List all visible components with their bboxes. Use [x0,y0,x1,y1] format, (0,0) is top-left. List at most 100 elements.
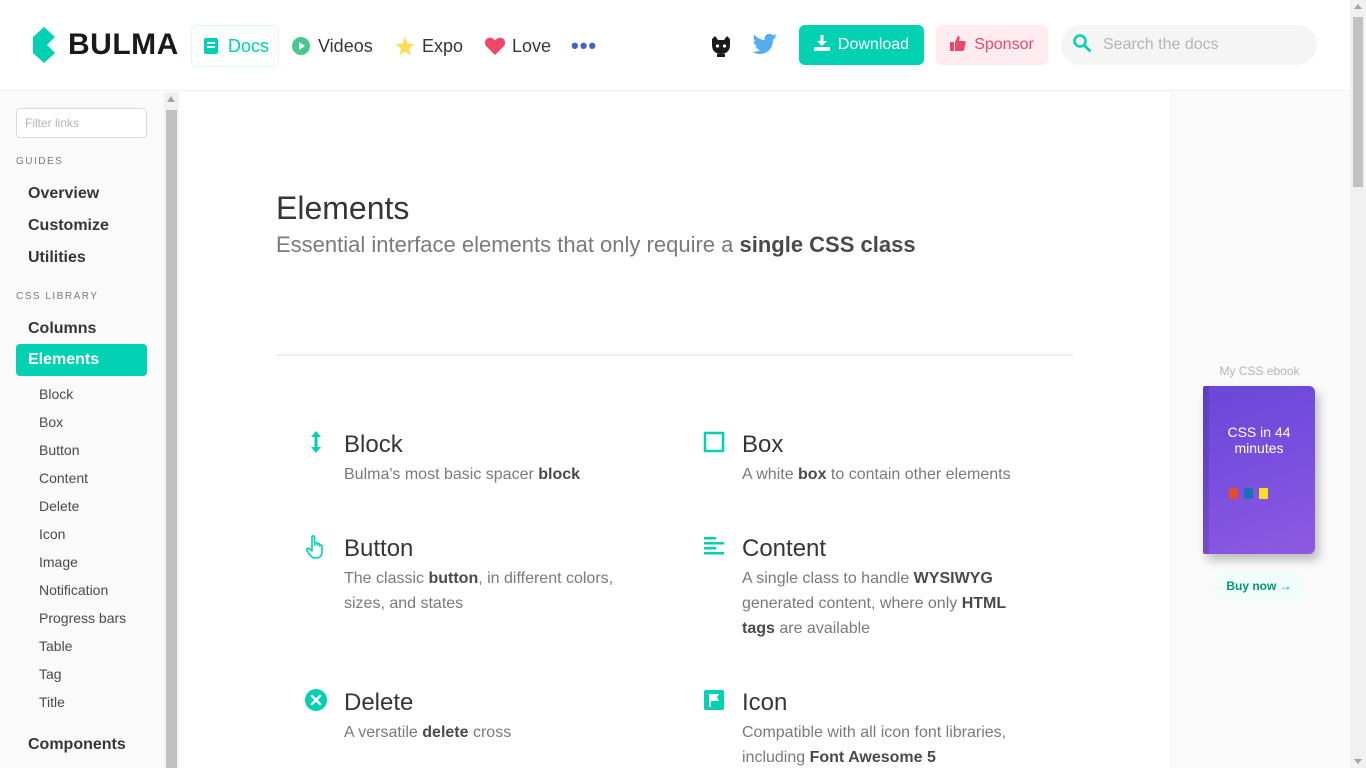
search-input[interactable] [1103,36,1303,54]
sidebar-sub-image[interactable]: Image [39,554,78,570]
more-menu-icon[interactable]: ••• [571,25,597,67]
twitter-icon[interactable] [752,33,778,59]
sidebar-item-customize[interactable]: Customize [16,210,147,242]
nav-love[interactable]: Love [485,25,551,67]
hand-pointer-icon [304,534,328,559]
page-scrollbar[interactable] [1350,0,1366,768]
element-card-delete[interactable]: Delete A versatile delete cross [305,688,684,745]
element-desc: Compatible with all icon font libraries,… [742,720,1042,770]
desc-text: A single class to handle [742,570,914,587]
flag-icon [702,688,726,712]
sponsor-label: Sponsor [974,36,1034,53]
element-card-button[interactable]: Button The classic button, in different … [305,534,644,616]
sidebar-scrollbar[interactable] [164,92,179,768]
sidebar-sub-table[interactable]: Table [39,638,72,654]
book-icon [201,36,221,56]
desc-bold: button [428,570,479,587]
element-title[interactable]: Delete [344,688,684,718]
nav-expo[interactable]: Expo [395,25,463,67]
page-scroll-thumb[interactable] [1353,17,1363,187]
square-outline-icon [702,430,726,454]
sidebar-sub-tag[interactable]: Tag [39,666,62,682]
sidebar-sub-delete[interactable]: Delete [39,498,79,514]
ebook-label: My CSS ebook [1219,364,1300,378]
search-box[interactable] [1061,25,1317,65]
star-icon [395,36,415,56]
element-desc: The classic button, in different colors,… [344,566,644,616]
nav-docs[interactable]: Docs [191,25,279,67]
nav-videos[interactable]: Videos [291,25,373,67]
brand-logo[interactable]: BULMA [31,27,179,63]
sidebar-sub-block[interactable]: Block [39,386,73,402]
element-card-block[interactable]: Block Bulma's most basic spacer block [311,430,684,487]
download-label: Download [837,36,910,53]
filter-links-input[interactable] [16,108,147,138]
page-title: Elements [276,190,410,226]
element-title[interactable]: Box [742,430,1082,460]
desc-bold: WYSIWYG [913,570,993,587]
nav-expo-label: Expo [422,35,464,56]
element-desc: A versatile delete cross [344,720,684,745]
desc-text: The classic [344,570,429,587]
element-desc: A white box to contain other elements [742,462,1082,487]
guides-label: GUIDES [16,156,64,167]
sidebar-item-elements[interactable]: Elements [16,344,147,376]
ebook-spine [1203,386,1209,554]
scroll-up-arrow-icon[interactable] [1354,4,1362,9]
element-desc: Bulma's most basic spacer block [344,462,684,487]
css-library-label: CSS LIBRARY [16,291,99,302]
sidebar-sub-button[interactable]: Button [39,442,79,458]
nav-videos-label: Videos [318,35,373,56]
ebook-title: CSS in 44 minutes [1227,424,1291,456]
element-title[interactable]: Button [344,534,644,564]
sidebar-sub-box[interactable]: Box [39,414,63,430]
sidebar-sub-notification[interactable]: Notification [39,582,108,598]
sidebar-scroll-thumb[interactable] [166,110,177,768]
page-subtitle: Essential interface elements that only r… [276,232,916,258]
search-icon [1073,33,1091,57]
github-icon[interactable] [708,33,734,59]
thumbs-up-icon [950,35,966,56]
nav-docs-label: Docs [227,35,269,56]
sidebar-sub-title[interactable]: Title [39,694,65,710]
element-title[interactable]: Block [344,430,684,460]
element-card-content[interactable]: Content A single class to handle WYSIWYG… [704,534,1042,641]
sidebar-item-components[interactable]: Components [16,729,147,761]
sidebar: GUIDES Overview Customize Utilities CSS … [0,92,164,768]
buy-now-button[interactable]: Buy now → [1213,571,1305,601]
sponsor-button[interactable]: Sponsor [936,25,1048,65]
brand-name: BULMA [68,28,179,61]
download-icon [813,34,830,56]
navbar: BULMA Docs Videos Expo Love ••• Download… [0,0,1350,91]
desc-bold: box [798,466,827,483]
sidebar-sub-content[interactable]: Content [39,470,88,486]
desc-bold: Font Awesome 5 [809,749,936,766]
html5-icon [1229,488,1238,499]
heart-icon [485,36,505,56]
subtitle-text: Essential interface elements that only r… [276,232,740,257]
subtitle-bold: single CSS class [739,232,916,257]
scroll-up-arrow-icon[interactable] [167,96,175,102]
element-title[interactable]: Icon [742,688,1042,718]
sidebar-item-overview[interactable]: Overview [16,178,147,210]
bulma-logo-icon [33,27,55,63]
element-card-icon[interactable]: Icon Compatible with all icon font libra… [704,688,1042,770]
download-button[interactable]: Download [799,25,924,65]
sidebar-item-columns[interactable]: Columns [16,313,147,345]
times-circle-icon [304,688,328,712]
sidebar-item-utilities[interactable]: Utilities [16,242,147,274]
element-card-box[interactable]: Box A white box to contain other element… [703,430,1082,487]
sidebar-sub-icon[interactable]: Icon [39,526,65,542]
css3-icon [1244,488,1253,499]
ebook-aside: My CSS ebook CSS in 44 minutes Buy now → [1169,92,1350,768]
ebook-cover[interactable]: CSS in 44 minutes [1203,386,1315,554]
element-title[interactable]: Content [742,534,1042,564]
main-content: Elements Essential interface elements th… [179,92,1169,768]
desc-text: A versatile [344,724,423,741]
desc-bold: block [538,466,581,483]
desc-text: are available [774,620,871,637]
sidebar-sub-progress-bars[interactable]: Progress bars [39,610,126,626]
nav-love-label: Love [512,35,552,56]
scroll-down-arrow-icon[interactable] [1354,759,1362,764]
js-icon [1259,488,1268,499]
